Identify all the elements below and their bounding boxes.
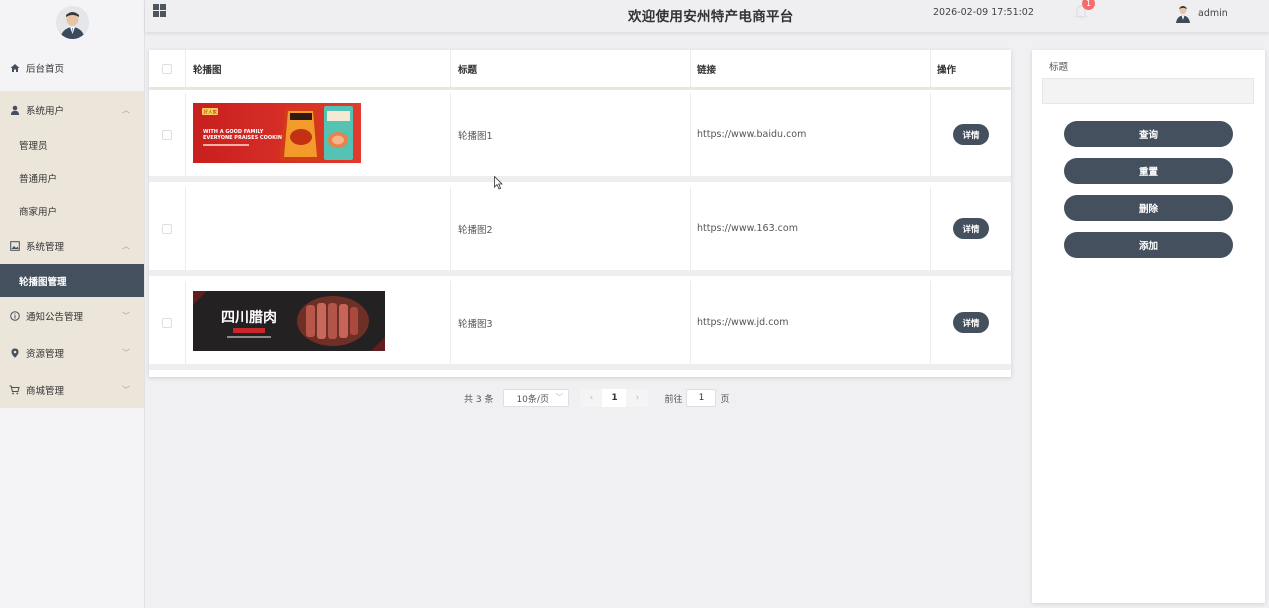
sidebar-item-carousel-management[interactable]: 轮播图管理 bbox=[0, 264, 144, 297]
chevron-down-icon: ﹀ bbox=[122, 311, 130, 320]
sidebar-item-label: 系统管理 bbox=[26, 241, 65, 253]
chevron-down-icon: ﹀ bbox=[555, 393, 564, 402]
page-size-select[interactable]: 10条/页 ﹀ bbox=[503, 389, 570, 407]
carousel-image: 四川腊肉 bbox=[193, 290, 385, 351]
user-avatar[interactable] bbox=[1174, 3, 1192, 23]
sidebar-item-resource-management[interactable]: 资源管理 ﹀ bbox=[0, 334, 144, 371]
detail-button[interactable]: 详情 bbox=[953, 124, 989, 145]
row-checkbox-cell bbox=[149, 281, 186, 364]
banner-text: 四川腊肉 bbox=[221, 309, 277, 326]
page-size-value: 10条/页 bbox=[516, 394, 549, 405]
select-all-checkbox[interactable] bbox=[162, 63, 172, 74]
svg-text:好人家: 好人家 bbox=[204, 108, 218, 115]
sidebar-item-shop-management[interactable]: 商城管理 ﹀ bbox=[0, 371, 144, 408]
location-icon bbox=[9, 347, 20, 358]
sidebar-item-system-users[interactable]: 系统用户 ︿ bbox=[0, 91, 144, 128]
detail-button[interactable]: 详情 bbox=[953, 312, 989, 333]
sidebar-item-label: 商城管理 bbox=[26, 385, 65, 397]
reset-button[interactable]: 重置 bbox=[1064, 158, 1233, 184]
page-suffix: 页 bbox=[720, 394, 730, 405]
user-name[interactable]: admin bbox=[1198, 8, 1228, 19]
menu-toggle-icon[interactable] bbox=[153, 4, 166, 17]
next-page-button[interactable]: › bbox=[626, 389, 649, 407]
current-page-number[interactable]: 1 bbox=[602, 389, 627, 407]
column-header-title: 标题 bbox=[451, 50, 691, 87]
pagination-total: 共 3 条 bbox=[464, 394, 494, 405]
row-action-cell: 详情 bbox=[931, 93, 1011, 176]
row-title-cell: 轮播图2 bbox=[451, 187, 691, 270]
pagination: 共 3 条 10条/页 ﹀ ‹ 1 › 前往 页 bbox=[464, 389, 729, 407]
row-link-cell: https://www.baidu.com bbox=[691, 93, 931, 176]
carousel-table: 轮播图 标题 链接 操作 好人家 WITH A GOOD FAMILY EVER… bbox=[149, 50, 1011, 377]
sidebar-item-notice-management[interactable]: 通知公告管理 ﹀ bbox=[0, 297, 144, 334]
user-icon bbox=[9, 104, 20, 115]
chevron-up-icon: ︿ bbox=[122, 105, 130, 114]
goto-page-input[interactable] bbox=[686, 389, 717, 407]
sidebar-item-normal-users[interactable]: 普通用户 bbox=[0, 161, 144, 194]
chevron-down-icon: ﹀ bbox=[122, 385, 130, 394]
row-checkbox[interactable] bbox=[162, 317, 172, 328]
sidebar-item-label: 资源管理 bbox=[26, 348, 65, 360]
mouse-cursor-icon bbox=[494, 175, 504, 190]
row-checkbox[interactable] bbox=[162, 223, 172, 234]
table-row: 四川腊肉 轮播图3 https://www.jd.com 详情 bbox=[149, 281, 1011, 370]
query-button[interactable]: 查询 bbox=[1064, 121, 1233, 147]
header-datetime: 2026-02-09 17:51:02 bbox=[933, 7, 1034, 18]
title-filter-label: 标题 bbox=[1049, 62, 1069, 73]
prev-page-button[interactable]: ‹ bbox=[580, 389, 603, 407]
table-header: 轮播图 标题 链接 操作 bbox=[149, 50, 1011, 90]
row-action-cell: 详情 bbox=[931, 281, 1011, 364]
page-title: 欢迎使用安州特产电商平台 bbox=[628, 9, 794, 25]
delete-button[interactable]: 删除 bbox=[1064, 195, 1233, 221]
info-icon bbox=[9, 310, 20, 321]
sidebar-item-label: 后台首页 bbox=[26, 63, 65, 75]
home-icon bbox=[9, 62, 20, 73]
chevron-up-icon: ︿ bbox=[122, 241, 130, 250]
sidebar-menu-group: 系统用户 ︿ 管理员 普通用户 商家用户 系统管理 ︿ 轮播图管理 通知公告管理… bbox=[0, 91, 144, 408]
column-header-action: 操作 bbox=[937, 64, 957, 76]
sidebar-item-admins[interactable]: 管理员 bbox=[0, 128, 144, 161]
sidebar-item-label: 系统用户 bbox=[26, 105, 65, 117]
row-checkbox[interactable] bbox=[162, 129, 172, 140]
column-header-image: 轮播图 bbox=[186, 50, 451, 87]
avatar[interactable] bbox=[55, 5, 89, 39]
cart-icon bbox=[9, 384, 20, 395]
row-link-cell: https://www.163.com bbox=[691, 187, 931, 270]
chevron-down-icon: ﹀ bbox=[122, 348, 130, 357]
row-image-cell: 好人家 WITH A GOOD FAMILY EVERYONE PRAISES … bbox=[186, 93, 451, 176]
goto-label: 前往 bbox=[664, 394, 683, 405]
row-image-cell: 四川腊肉 bbox=[186, 281, 451, 364]
column-header-link: 链接 bbox=[691, 50, 931, 87]
sidebar-avatar-wrap bbox=[0, 0, 144, 44]
notification-badge: 1 bbox=[1082, 0, 1095, 10]
title-filter-input[interactable] bbox=[1042, 78, 1254, 104]
svg-text:EVERYONE PRAISES COOKING: EVERYONE PRAISES COOKING bbox=[203, 135, 286, 141]
table-row: 好人家 WITH A GOOD FAMILY EVERYONE PRAISES … bbox=[149, 93, 1011, 182]
row-checkbox-cell bbox=[149, 93, 186, 176]
table-row: 轮播图2 https://www.163.com 详情 bbox=[149, 187, 1011, 276]
sidebar: 后台首页 系统用户 ︿ 管理员 普通用户 商家用户 系统管理 ︿ 轮播图管理 通… bbox=[0, 0, 145, 608]
row-action-cell: 详情 bbox=[931, 187, 1011, 270]
row-title-cell: 轮播图3 bbox=[451, 281, 691, 364]
row-image-cell bbox=[186, 187, 451, 270]
row-link-cell: https://www.jd.com bbox=[691, 281, 931, 364]
row-checkbox-cell bbox=[149, 187, 186, 270]
sidebar-item-home[interactable]: 后台首页 bbox=[0, 44, 144, 91]
sidebar-item-merchant-users[interactable]: 商家用户 bbox=[0, 194, 144, 227]
row-title-cell: 轮播图1 bbox=[451, 93, 691, 176]
detail-button[interactable]: 详情 bbox=[953, 218, 989, 239]
search-panel: 标题 查询 重置 删除 添加 bbox=[1032, 50, 1265, 603]
image-icon bbox=[9, 240, 20, 251]
top-header: 欢迎使用安州特产电商平台 2026-02-09 17:51:02 1 admin bbox=[145, 0, 1269, 32]
header-checkbox-cell bbox=[149, 50, 186, 87]
sidebar-item-label: 通知公告管理 bbox=[26, 311, 84, 323]
add-button[interactable]: 添加 bbox=[1064, 232, 1233, 258]
carousel-image: 好人家 WITH A GOOD FAMILY EVERYONE PRAISES … bbox=[193, 102, 361, 163]
sidebar-item-system-management[interactable]: 系统管理 ︿ bbox=[0, 227, 144, 264]
